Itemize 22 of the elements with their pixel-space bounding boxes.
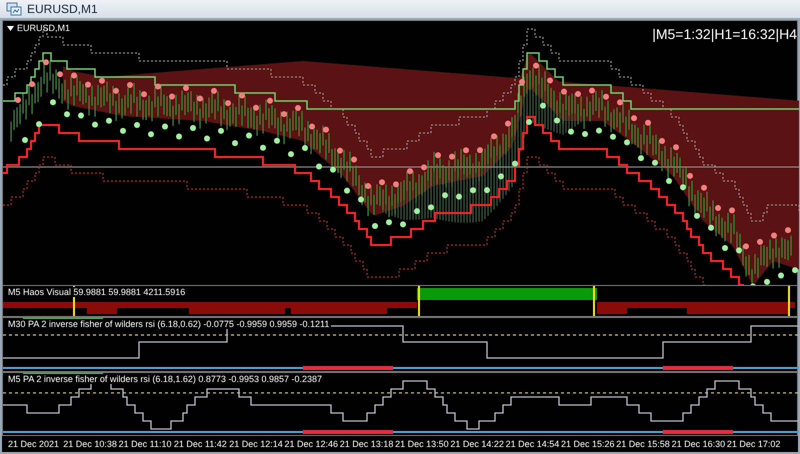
time-axis-label: 21 Dec 11:10	[118, 439, 172, 449]
indicator-label: M5 Haos Visual 59.9881 59.9881 4211.5916	[6, 287, 188, 297]
time-axis-label: 21 Dec 15:58	[616, 439, 671, 449]
time-axis-label: 21 Dec 15:26	[560, 439, 616, 449]
time-axis-label: 21 Dec 12:46	[284, 439, 340, 449]
time-axis-label: 21 Dec 17:02	[726, 439, 782, 449]
timeframe-timer-text: |M5=1:32|H1=16:32|H4	[652, 26, 797, 42]
indicator-label: M5 PA 2 inverse fisher of wilders rsi (6.18,1.62) 0.8773 -0.9953 0.9857 -0.2387	[6, 374, 324, 384]
time-axis-label: 21 Dec 16:30	[672, 439, 726, 449]
chart-window-icon	[6, 2, 22, 16]
chart-symbol-label: EURUSD,M1	[17, 23, 70, 33]
indicator-label: M30 PA 2 inverse fisher of wilders rsi (6.18,0.62) -0.0775 -0.9959 0.9959 -0.1211	[6, 319, 332, 329]
time-axis-label: 21 Dec 13:50	[395, 439, 450, 449]
collapse-triangle-icon[interactable]	[7, 26, 14, 30]
window-title: EURUSD,M1	[27, 2, 98, 16]
time-axis-label: 21 Dec 14:54	[506, 439, 560, 449]
time-axis-label: 21 Dec 12:14	[229, 439, 284, 449]
time-axis-label: 21 Dec 13:18	[340, 439, 394, 449]
time-axis-label: 21 Dec 11:42	[174, 439, 228, 449]
time-axis-label: 21 Dec 10:38	[63, 439, 118, 449]
time-axis-label: 21 Dec 2021	[8, 439, 60, 449]
time-axis-label: 21 Dec 14:22	[450, 439, 505, 449]
